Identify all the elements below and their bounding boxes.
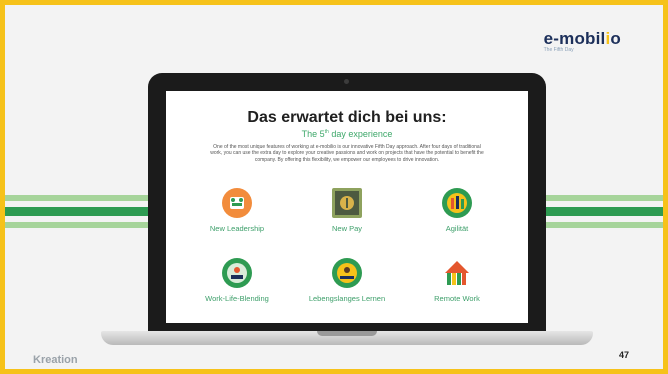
feature-label: New Pay xyxy=(331,224,362,233)
logo-main: e-mobil xyxy=(543,29,606,48)
pay-icon xyxy=(332,188,362,218)
feature-lebenslanges-lernen: Lebengslanges Lernen xyxy=(292,258,402,303)
screen-title: Das erwartet dich bei uns: xyxy=(247,109,447,126)
feature-label: New Leadership xyxy=(209,224,265,233)
feature-new-leadership: New Leadership xyxy=(182,188,292,233)
feature-label: Agilität xyxy=(445,224,469,233)
laptop: Das erwartet dich bei uns: The 5th day e… xyxy=(148,73,546,336)
logo-end: o xyxy=(610,29,621,48)
page-number: 47 xyxy=(618,350,629,360)
feature-label: Lebengslanges Lernen xyxy=(308,294,386,303)
leadership-icon xyxy=(222,188,252,218)
work-life-icon xyxy=(222,258,252,288)
feature-work-life-blending: Work-Life-Blending xyxy=(182,258,292,303)
laptop-notch xyxy=(317,331,377,336)
feature-new-pay: New Pay xyxy=(292,188,402,233)
feature-label: Remote Work xyxy=(434,294,480,303)
laptop-camera xyxy=(344,79,349,84)
laptop-screen: Das erwartet dich bei uns: The 5th day e… xyxy=(166,91,528,323)
remote-work-icon xyxy=(442,258,472,288)
laptop-base xyxy=(101,331,593,345)
feature-agilitaet: Agilität xyxy=(402,188,512,233)
screen-subtitle: The 5th day experience xyxy=(301,129,393,139)
learning-icon xyxy=(332,258,362,288)
section-label: Kreation xyxy=(33,354,78,366)
brand-logo: e-mobilio The Fifth Day xyxy=(544,29,621,53)
feature-label: Work-Life-Blending xyxy=(205,294,269,303)
screen-body-text: One of the most unique features of worki… xyxy=(210,144,484,163)
agility-icon xyxy=(442,188,472,218)
feature-remote-work: Remote Work xyxy=(402,258,512,303)
slide-frame: e-mobilio The Fifth Day Das erwartet dic… xyxy=(0,0,668,374)
